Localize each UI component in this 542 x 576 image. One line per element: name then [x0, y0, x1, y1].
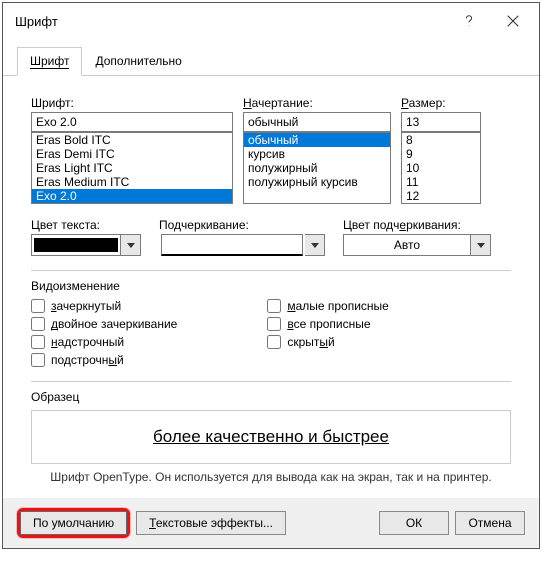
tutorial-highlight: По умолчанию	[17, 508, 130, 538]
preview-label: Образец	[31, 390, 511, 404]
cancel-button[interactable]: Отмена	[455, 511, 525, 535]
underlinecolor-combo[interactable]: Авто	[343, 234, 491, 256]
font-dialog: Шрифт Шрифт Дополнительно Шрифт: Eras Bo…	[2, 2, 540, 549]
list-item[interactable]: 8	[402, 133, 480, 147]
fontcolor-label: Цвет текста:	[31, 218, 141, 232]
effects-label: Видоизменение	[31, 279, 511, 293]
checkbox-superscript[interactable]: надстрочный	[31, 335, 177, 349]
tab-label: Шрифт	[30, 54, 69, 69]
list-item[interactable]: Eras Light ITC	[32, 161, 232, 175]
list-item[interactable]: полужирный курсив	[244, 175, 390, 189]
preview-box: более качественно и быстрее	[31, 410, 511, 464]
titlebar: Шрифт	[3, 3, 539, 39]
underline-combo[interactable]	[159, 234, 325, 256]
list-item[interactable]: курсив	[244, 147, 390, 161]
list-item[interactable]: Eras Bold ITC	[32, 133, 232, 147]
underlinecolor-value: Авто	[343, 234, 471, 256]
list-item[interactable]: Eras Demi ITC	[32, 147, 232, 161]
checkbox-strikethrough[interactable]: зачеркнутый	[31, 299, 177, 313]
list-item[interactable]: 10	[402, 161, 480, 175]
window-title: Шрифт	[15, 14, 447, 29]
tab-strip: Шрифт Дополнительно	[3, 39, 539, 76]
size-label: Размер:	[401, 96, 481, 110]
list-item[interactable]: обычный	[244, 133, 390, 147]
tab-advanced[interactable]: Дополнительно	[82, 47, 194, 75]
tab-font[interactable]: Шрифт	[17, 47, 82, 76]
checkbox-hidden[interactable]: скрытый	[267, 335, 389, 349]
set-default-button[interactable]: По умолчанию	[20, 511, 127, 535]
dropdown-button[interactable]	[471, 234, 491, 256]
underlinecolor-label: Цвет подчеркивания:	[343, 218, 491, 232]
preview-text: более качественно и быстрее	[153, 427, 389, 447]
font-note: Шрифт OpenType. Он используется для выво…	[31, 470, 511, 484]
size-listbox[interactable]: 8 9 10 11 12	[401, 132, 481, 204]
fontcolor-combo[interactable]	[31, 234, 141, 256]
list-item[interactable]: полужирный	[244, 161, 390, 175]
color-swatch	[34, 238, 118, 252]
style-listbox[interactable]: обычный курсив полужирный полужирный кур…	[243, 132, 391, 204]
chevron-down-icon	[311, 243, 319, 248]
help-button[interactable]	[447, 5, 491, 37]
font-panel: Шрифт: Eras Bold ITC Eras Demi ITC Eras …	[3, 76, 539, 498]
button-row: По умолчанию Текстовые эффекты... ОК Отм…	[3, 498, 539, 548]
close-button[interactable]	[491, 5, 535, 37]
help-icon	[462, 14, 476, 28]
list-item[interactable]: 9	[402, 147, 480, 161]
chevron-down-icon	[477, 243, 485, 248]
font-listbox[interactable]: Eras Bold ITC Eras Demi ITC Eras Light I…	[31, 132, 233, 204]
text-effects-button[interactable]: Текстовые эффекты...	[136, 511, 286, 535]
list-item[interactable]: 11	[402, 175, 480, 189]
tab-label: Дополнительно	[95, 54, 181, 68]
ok-button[interactable]: ОК	[379, 511, 449, 535]
dropdown-button[interactable]	[121, 234, 141, 256]
close-icon	[506, 14, 520, 28]
list-item[interactable]: Eras Medium ITC	[32, 175, 232, 189]
checkbox-double-strikethrough[interactable]: двойное зачеркивание	[31, 317, 177, 331]
font-input[interactable]	[31, 112, 233, 132]
list-item[interactable]: Exo 2.0	[32, 189, 232, 203]
checkbox-allcaps[interactable]: все прописные	[267, 317, 389, 331]
checkbox-smallcaps[interactable]: малые прописные	[267, 299, 389, 313]
dropdown-button[interactable]	[305, 234, 325, 256]
style-input[interactable]	[243, 112, 391, 132]
checkbox-subscript[interactable]: подстрочный	[31, 353, 177, 367]
style-label: Начертание:	[243, 96, 391, 110]
underline-label: Подчеркивание:	[159, 218, 325, 232]
font-label: Шрифт:	[31, 96, 233, 110]
size-input[interactable]	[401, 112, 481, 132]
chevron-down-icon	[127, 243, 135, 248]
list-item[interactable]: 12	[402, 189, 480, 203]
